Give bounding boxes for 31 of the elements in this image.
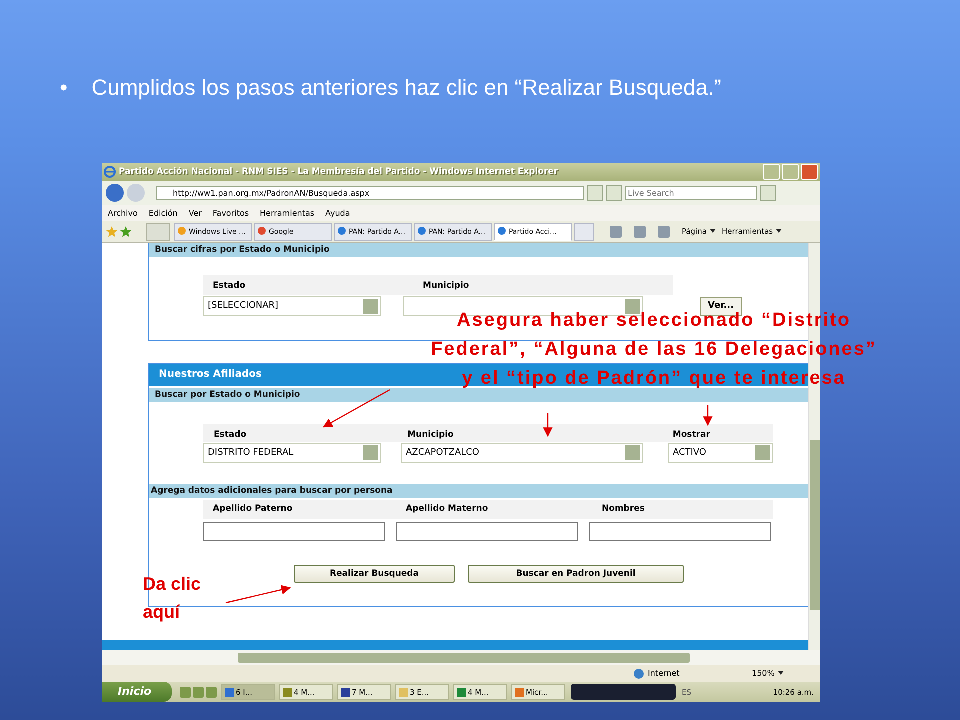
menu-item[interactable]: Ver — [188, 208, 202, 218]
bullet: • — [60, 74, 68, 102]
field-label: Mostrar — [672, 428, 710, 441]
field-label: Municipio — [423, 280, 470, 293]
section-heading: Buscar por Estado o Municipio — [149, 388, 808, 402]
field-label: Apellido Paterno — [213, 502, 294, 516]
menu-item[interactable]: Archivo — [108, 208, 138, 218]
section-heading: Agrega datos adicionales para buscar por persona — [149, 484, 808, 498]
zone-text: Internet — [648, 669, 681, 678]
menu-item[interactable]: Ayuda — [326, 208, 350, 218]
dropdown[interactable]: DISTRITO FEDERAL — [203, 442, 381, 463]
dropdown[interactable]: AZCAPOTZALCO — [401, 442, 643, 463]
dropdown[interactable]: [SELECCIONAR] — [203, 296, 381, 316]
search-field[interactable]: Live Search — [625, 186, 757, 200]
slide-text: Cumplidos los pasos anteriores haz clic en “Realizar Busqueda.” — [92, 74, 722, 102]
field-label: Municipio — [408, 428, 454, 441]
window-title: Partido Acción Nacional - RNM SIES - La Membresía del Partido - Windows Internet Explorer — [119, 167, 560, 177]
field-label: Estado — [214, 428, 247, 441]
dropdown[interactable]: ACTIVO — [668, 442, 773, 463]
section-heading: Buscar cifras por Estado o Municipio — [149, 243, 808, 257]
menu-item[interactable]: Herramientas — [260, 208, 315, 218]
start-button[interactable]: Inicio — [102, 682, 172, 702]
field-label: Estado — [213, 280, 247, 293]
zoom-control[interactable]: 150% — [752, 669, 784, 678]
menu-item[interactable]: Favoritos — [212, 208, 250, 218]
address-field[interactable]: http://ww1.pan.org.mx/PadronAN/Busqueda.aspx — [156, 186, 584, 200]
search-button[interactable]: Realizar Busqueda — [294, 564, 455, 583]
field-label: Apellido Materno — [406, 502, 490, 516]
search-button[interactable]: Buscar en Padron Juvenil — [468, 564, 684, 583]
menu-item[interactable]: Edición — [148, 208, 178, 218]
field-label: Nombres — [602, 502, 646, 516]
